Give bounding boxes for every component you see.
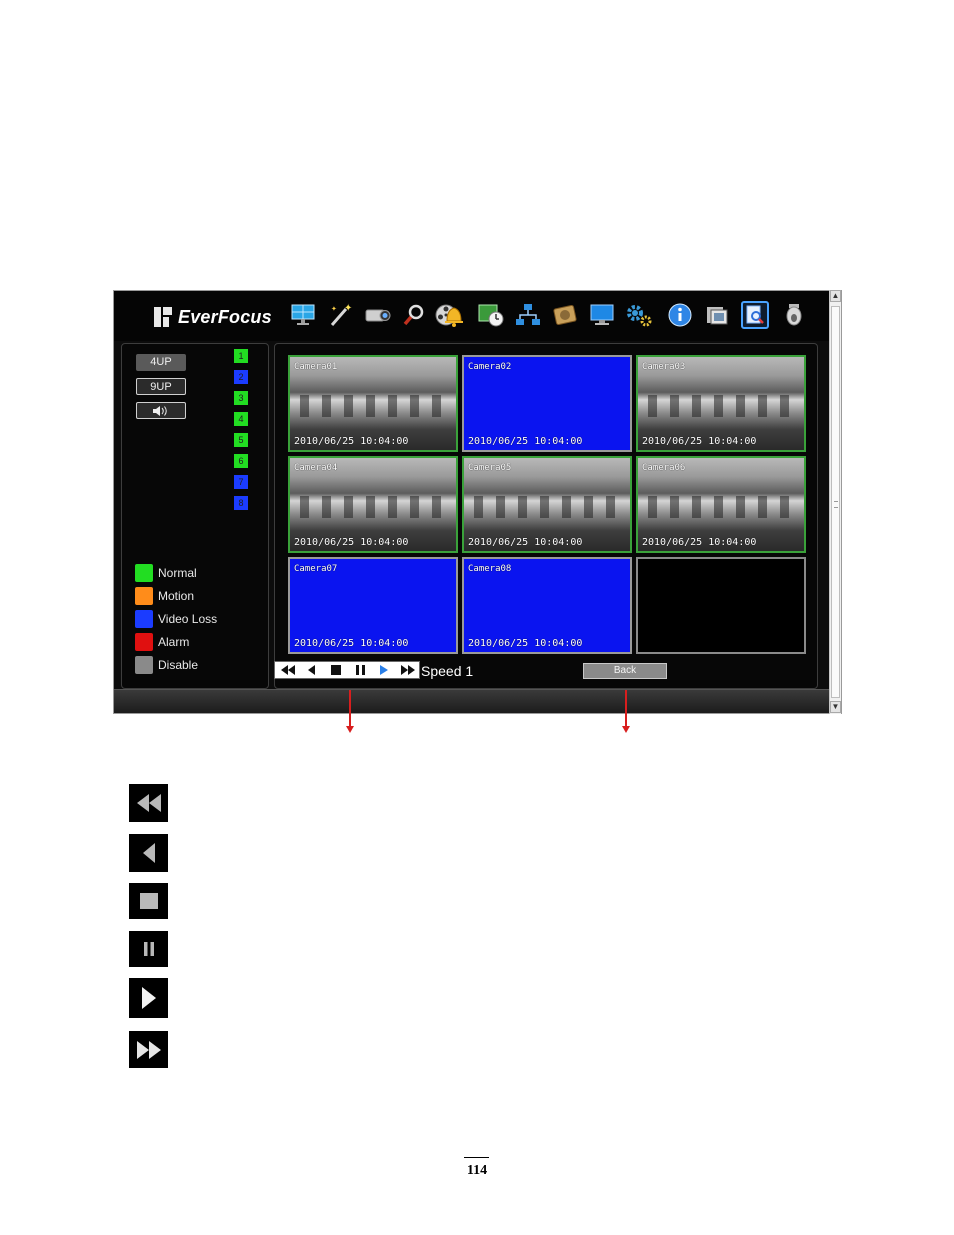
info-icon[interactable] — [666, 301, 694, 329]
camera-timestamp: 2010/06/25 10:04:00 — [294, 436, 409, 447]
legend-swatch — [135, 633, 153, 651]
alarm-bell-icon[interactable] — [440, 301, 468, 329]
page-number: 114 — [466, 1163, 488, 1178]
camera-name: Camera01 — [294, 362, 338, 372]
wand-icon[interactable]: ✦ ✦ — [326, 301, 354, 329]
logo-text: EverFocus — [178, 306, 272, 327]
display-icon[interactable] — [289, 301, 317, 329]
pause-icon[interactable] — [349, 662, 371, 678]
camera-timestamp: 2010/06/25 10:04:00 — [468, 638, 583, 649]
channel-indicator[interactable]: 5 — [234, 433, 248, 447]
camera-tile[interactable]: Camera06 2010/06/25 10:04:00 — [636, 456, 806, 553]
camera-name: Camera02 — [468, 362, 512, 372]
search-magnifier-icon[interactable] — [400, 301, 428, 329]
legend-label: Normal — [158, 566, 197, 580]
camera-timestamp: 2010/06/25 10:04:00 — [294, 537, 409, 548]
camera-tile[interactable]: Camera04 2010/06/25 10:04:00 — [288, 456, 458, 553]
film-strip-icon[interactable] — [703, 301, 731, 329]
camera-timestamp: 2010/06/25 10:04:00 — [294, 638, 409, 649]
speed-label: Speed 1 — [421, 663, 474, 679]
legend-label: Video Loss — [158, 612, 218, 626]
camera-timestamp: 2010/06/25 10:04:00 — [642, 436, 757, 447]
playback-search-icon[interactable] — [741, 301, 769, 329]
schedule-clock-icon[interactable] — [477, 301, 505, 329]
camera-name: Camera05 — [468, 463, 512, 473]
legend-swatch — [135, 587, 153, 605]
playback-controls — [274, 661, 420, 679]
channel-indicator[interactable]: 8 — [234, 496, 248, 510]
camera-name: Camera04 — [294, 463, 338, 473]
camera-grid-panel: Camera01 2010/06/25 10:04:00 Camera02 2010/… — [274, 343, 818, 689]
scroll-down-icon[interactable]: ▼ — [830, 701, 841, 713]
camera-name: Camera03 — [642, 362, 686, 372]
legend-label: Motion — [158, 589, 195, 603]
camera-tile[interactable]: Camera02 2010/06/25 10:04:00 — [462, 355, 632, 452]
reverse-play-icon — [129, 834, 168, 872]
everfocus-logo: EverFocus — [154, 305, 272, 329]
stop-icon — [129, 883, 168, 919]
page-number-rule — [464, 1157, 489, 1158]
play-icon — [129, 978, 168, 1018]
reverse-play-icon[interactable] — [301, 662, 323, 678]
logo-mark-icon — [154, 307, 172, 327]
camera-timestamp: 2010/06/25 10:04:00 — [642, 537, 757, 548]
legend-swatch — [135, 564, 153, 582]
camera-name: Camera06 — [642, 463, 686, 473]
9up-button[interactable]: 9UP — [136, 378, 186, 395]
scroll-up-icon[interactable]: ▲ — [830, 290, 841, 302]
speaker-icon — [153, 405, 167, 416]
camera-tile[interactable] — [636, 557, 806, 654]
top-toolbar: EverFocus ✦ ✦ — [114, 291, 830, 341]
network-icon[interactable] — [514, 301, 542, 329]
4up-button[interactable]: 4UP — [136, 354, 186, 371]
gear-icon[interactable] — [625, 301, 653, 329]
camera-timestamp: 2010/06/25 10:04:00 — [468, 537, 583, 548]
fast-rewind-icon[interactable] — [277, 662, 299, 678]
callout-arrow-controls — [349, 690, 351, 726]
camera-tile[interactable]: Camera05 2010/06/25 10:04:00 — [462, 456, 632, 553]
monitor-icon[interactable] — [588, 301, 616, 329]
channel-indicator[interactable]: 2 — [234, 370, 248, 384]
camera-name: Camera07 — [294, 564, 338, 574]
pause-icon — [129, 931, 168, 967]
play-icon[interactable] — [373, 662, 395, 678]
back-button[interactable]: Back — [583, 663, 667, 679]
fast-forward-icon — [129, 1031, 168, 1068]
left-panel: 4UP 9UP 1 2 3 4 5 6 7 8 Normal Motion Video Loss A… — [121, 343, 269, 689]
legend-swatch — [135, 656, 153, 674]
arrowhead-icon — [346, 726, 354, 733]
fast-forward-icon[interactable] — [397, 662, 419, 678]
camera-tile[interactable]: Camera03 2010/06/25 10:04:00 — [636, 355, 806, 452]
svg-text:✦: ✦ — [331, 305, 337, 313]
playback-window: EverFocus ✦ ✦ 4UP 9UP 1 2 3 4 5 6 7 8 No… — [113, 290, 842, 714]
disk-icon[interactable] — [551, 301, 579, 329]
channel-indicator[interactable]: 3 — [234, 391, 248, 405]
stop-icon[interactable] — [325, 662, 347, 678]
camera-tile[interactable]: Camera08 2010/06/25 10:04:00 — [462, 557, 632, 654]
dome-camera-icon[interactable] — [780, 301, 808, 329]
status-bar — [114, 689, 830, 713]
channel-indicator[interactable]: 7 — [234, 475, 248, 489]
callout-arrow-back — [625, 690, 627, 726]
channel-indicator[interactable]: 6 — [234, 454, 248, 468]
svg-text:✦: ✦ — [344, 303, 352, 314]
legend-swatch — [135, 610, 153, 628]
channel-indicator[interactable]: 4 — [234, 412, 248, 426]
scroll-thumb[interactable] — [831, 306, 840, 698]
fast-rewind-icon — [129, 784, 168, 822]
legend-label: Alarm — [158, 635, 190, 649]
camera-tile[interactable]: Camera01 2010/06/25 10:04:00 — [288, 355, 458, 452]
legend-label: Disable — [158, 658, 199, 672]
camera-tile[interactable]: Camera07 2010/06/25 10:04:00 — [288, 557, 458, 654]
camera-name: Camera08 — [468, 564, 512, 574]
channel-indicator[interactable]: 1 — [234, 349, 248, 363]
camera-timestamp: 2010/06/25 10:04:00 — [468, 436, 583, 447]
camera-icon[interactable] — [363, 301, 391, 329]
arrowhead-icon — [622, 726, 630, 733]
vertical-scrollbar[interactable]: ▲ ▼ — [829, 290, 841, 714]
audio-button[interactable] — [136, 402, 186, 419]
